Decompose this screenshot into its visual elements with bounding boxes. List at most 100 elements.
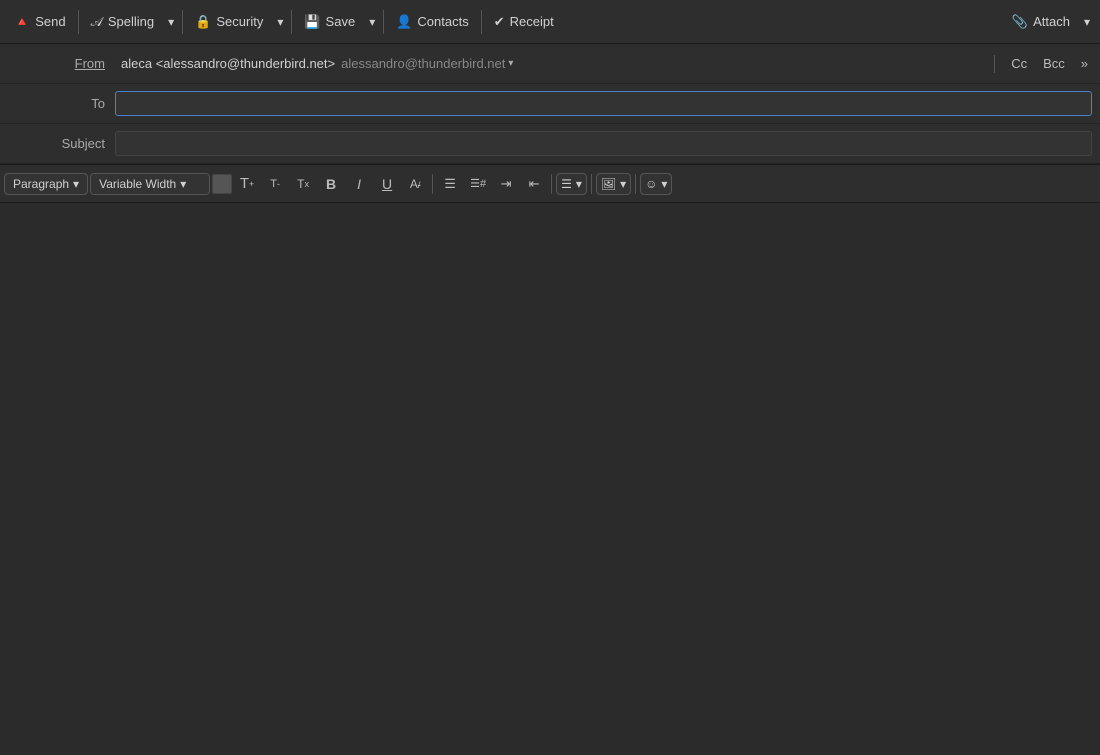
toolbar-divider-3 <box>291 10 292 34</box>
security-button[interactable]: 🔒 Security <box>187 10 271 34</box>
save-dropdown-icon: ▾ <box>369 15 375 29</box>
from-account-dropdown[interactable]: alessandro@thunderbird.net ▾ <box>341 56 513 71</box>
toolbar-divider-4 <box>383 10 384 34</box>
indent-button[interactable]: ⇥ <box>493 171 519 197</box>
font-size-increase-button[interactable]: T+ <box>234 171 260 197</box>
receipt-button[interactable]: ✔ Receipt <box>486 10 562 34</box>
bold-icon: B <box>326 176 336 192</box>
contacts-icon: 👤 <box>396 14 412 30</box>
numbered-list-button[interactable]: ☰# <box>465 171 491 197</box>
security-icon: 🔒 <box>195 14 211 30</box>
fmt-divider-4 <box>635 174 636 194</box>
subject-label: Subject <box>0 136 115 151</box>
outdent-button[interactable]: ⇤ <box>521 171 547 197</box>
from-row: From aleca <alessandro@thunderbird.net> … <box>0 44 1100 84</box>
emoji-dropdown-icon: ▾ <box>661 177 667 191</box>
receipt-label: Receipt <box>510 14 554 29</box>
spelling-icon: 𝒜 <box>91 14 103 30</box>
send-icon: 🔺 <box>14 14 30 30</box>
more-button[interactable]: » <box>1077 54 1092 73</box>
image-icon: 🖼 <box>601 177 616 191</box>
subject-row: Subject <box>0 124 1100 164</box>
attach-icon: 📎 <box>1012 14 1028 30</box>
subject-input[interactable] <box>116 132 1091 155</box>
paragraph-dropdown-icon: ▾ <box>73 177 79 191</box>
fmt-divider-3 <box>591 174 592 194</box>
bold-button[interactable]: B <box>318 171 344 197</box>
outdent-icon: ⇤ <box>529 176 540 192</box>
from-actions: Cc Bcc » <box>990 54 1100 73</box>
underline-button[interactable]: U <box>374 171 400 197</box>
save-label: Save <box>326 14 356 29</box>
main-toolbar: 🔺 Send 𝒜 Spelling ▾ 🔒 Security ▾ 💾 Save … <box>0 0 1100 44</box>
save-icon: 💾 <box>304 14 320 30</box>
font-size-decrease-button[interactable]: T- <box>262 171 288 197</box>
emoji-select[interactable]: ☺ ▾ <box>640 173 672 195</box>
paragraph-select[interactable]: Paragraph ▾ <box>4 173 88 195</box>
bullet-list-button[interactable]: ☰ <box>437 171 463 197</box>
toolbar-divider-5 <box>481 10 482 34</box>
font-label: Variable Width <box>99 177 176 191</box>
send-button[interactable]: 🔺 Send <box>6 10 74 34</box>
font-size-reset-button[interactable]: Tx <box>290 171 316 197</box>
cc-button[interactable]: Cc <box>1007 54 1031 73</box>
toolbar-divider-2 <box>182 10 183 34</box>
italic-icon: I <box>357 176 361 192</box>
image-select[interactable]: 🖼 ▾ <box>596 173 631 195</box>
bcc-button[interactable]: Bcc <box>1039 54 1069 73</box>
subject-field-wrapper[interactable] <box>115 131 1092 156</box>
spelling-label: Spelling <box>108 14 154 29</box>
underline-icon: U <box>382 176 392 192</box>
emoji-icon: ☺ <box>645 177 657 191</box>
align-select[interactable]: ☰ ▾ <box>556 173 587 195</box>
toolbar-divider-1 <box>78 10 79 34</box>
compose-area[interactable] <box>0 203 1100 755</box>
header-area: From aleca <alessandro@thunderbird.net> … <box>0 44 1100 165</box>
fmt-divider-1 <box>432 174 433 194</box>
indent-icon: ⇥ <box>501 176 512 192</box>
font-color-button[interactable] <box>212 174 232 194</box>
attach-label: Attach <box>1033 14 1070 29</box>
security-dropdown-button[interactable]: ▾ <box>273 11 287 33</box>
font-size-increase-icon: T <box>240 175 249 192</box>
align-icon: ☰ <box>561 177 572 191</box>
contacts-label: Contacts <box>417 14 468 29</box>
contacts-button[interactable]: 👤 Contacts <box>388 10 477 34</box>
save-button[interactable]: 💾 Save <box>296 10 363 34</box>
to-field-wrapper[interactable] <box>115 91 1092 116</box>
bullet-list-icon: ☰ <box>444 176 456 192</box>
from-value: aleca <alessandro@thunderbird.net> aless… <box>115 52 990 75</box>
security-dropdown-icon: ▾ <box>277 15 283 29</box>
spelling-dropdown-button[interactable]: ▾ <box>164 11 178 33</box>
receipt-icon: ✔ <box>494 14 505 30</box>
font-size-decrease-icon: T <box>270 178 277 190</box>
from-label: From <box>0 56 115 71</box>
from-dropdown-arrow-icon: ▾ <box>508 58 513 69</box>
send-label: Send <box>35 14 65 29</box>
font-dropdown-icon: ▾ <box>180 177 186 191</box>
security-label: Security <box>216 14 263 29</box>
from-name: aleca <alessandro@thunderbird.net> <box>121 56 335 71</box>
from-sep <box>994 55 995 73</box>
to-label: To <box>0 96 115 111</box>
spelling-dropdown-icon: ▾ <box>168 15 174 29</box>
paragraph-label: Paragraph <box>13 177 69 191</box>
clear-format-icon: A/ <box>410 177 421 191</box>
attach-dropdown-button[interactable]: ▾ <box>1080 11 1094 33</box>
save-dropdown-button[interactable]: ▾ <box>365 11 379 33</box>
fmt-divider-2 <box>551 174 552 194</box>
align-dropdown-icon: ▾ <box>576 177 582 191</box>
image-dropdown-icon: ▾ <box>620 177 626 191</box>
from-account-email: alessandro@thunderbird.net <box>341 56 505 71</box>
font-size-reset-icon: T <box>297 177 304 191</box>
format-toolbar: Paragraph ▾ Variable Width ▾ T+ T- Tx B … <box>0 165 1100 203</box>
spelling-button[interactable]: 𝒜 Spelling <box>83 10 163 34</box>
attach-dropdown-icon: ▾ <box>1084 15 1090 29</box>
font-select[interactable]: Variable Width ▾ <box>90 173 210 195</box>
to-input[interactable] <box>116 92 1091 115</box>
clear-format-button[interactable]: A/ <box>402 171 428 197</box>
numbered-list-icon: ☰# <box>470 177 486 190</box>
attach-button[interactable]: 📎 Attach <box>1004 10 1078 34</box>
to-row: To <box>0 84 1100 124</box>
italic-button[interactable]: I <box>346 171 372 197</box>
